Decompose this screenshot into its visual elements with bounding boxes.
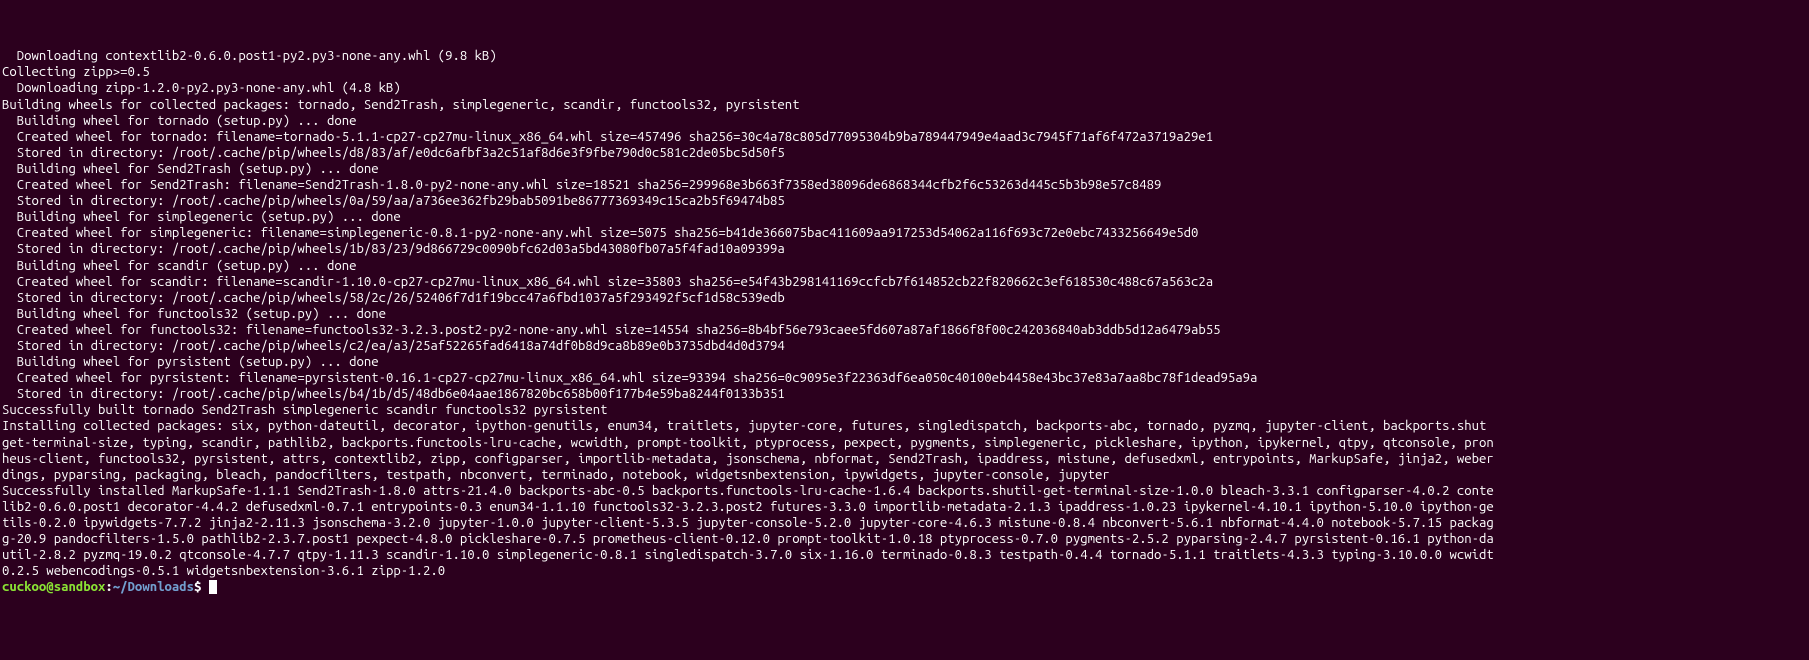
prompt-space: [201, 580, 208, 594]
prompt-symbol: $: [194, 580, 201, 594]
prompt-path: ~/Downloads: [113, 580, 194, 594]
terminal[interactable]: Downloading contextlib2-0.6.0.post1-py2.…: [0, 48, 1809, 595]
prompt-user-host: cuckoo@sandbox: [2, 580, 105, 594]
prompt-separator: :: [105, 580, 112, 594]
terminal-output: Downloading contextlib2-0.6.0.post1-py2.…: [2, 48, 1807, 579]
cursor-icon: [209, 580, 217, 594]
